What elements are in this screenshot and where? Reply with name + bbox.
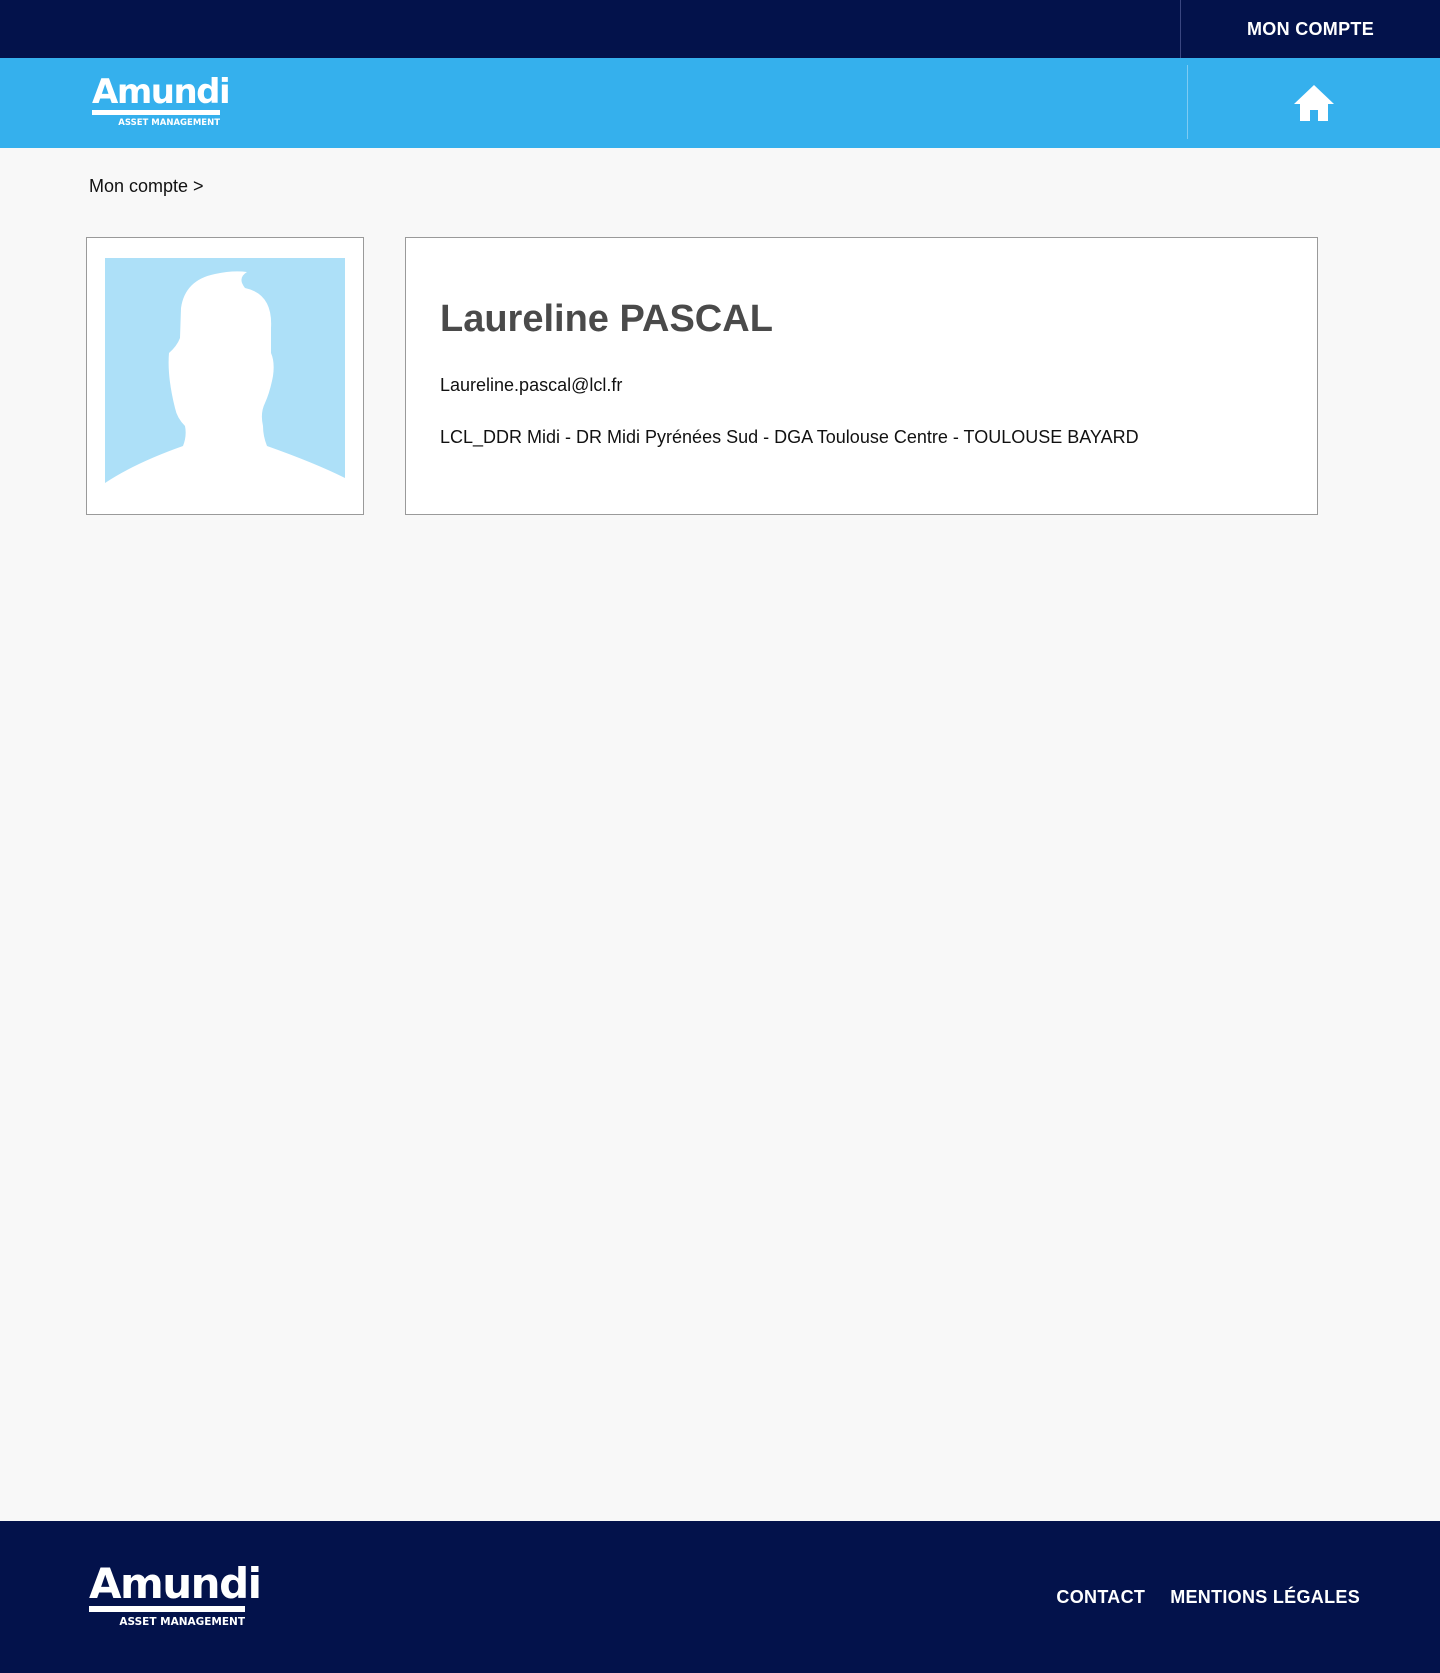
home-button[interactable] xyxy=(1188,58,1440,148)
profile-name: Laureline PASCAL xyxy=(440,298,773,340)
contact-link[interactable]: CONTACT xyxy=(1056,1587,1145,1608)
logo-subtitle: ASSET MANAGEMENT xyxy=(118,118,220,128)
top-navigation-bar: MON COMPTE xyxy=(0,0,1440,58)
breadcrumb[interactable]: Mon compte > xyxy=(89,176,204,197)
footer-logo-subtitle: ASSET MANAGEMENT xyxy=(119,1616,245,1628)
footer: Amundi ASSET MANAGEMENT CONTACT MENTIONS… xyxy=(0,1521,1440,1673)
home-icon xyxy=(1294,85,1334,121)
footer-logo-wordmark: Amundi xyxy=(89,1559,262,1608)
my-account-link[interactable]: MON COMPTE xyxy=(1181,0,1440,58)
logo-wordmark: Amundi xyxy=(92,72,231,112)
profile-email: Laureline.pascal@lcl.fr xyxy=(440,375,623,395)
footer-amundi-logo[interactable]: Amundi ASSET MANAGEMENT xyxy=(89,1559,262,1629)
footer-links: CONTACT MENTIONS LÉGALES xyxy=(1056,1521,1360,1673)
profile-organization: LCL_DDR Midi - DR Midi Pyrénées Sud - DG… xyxy=(440,427,1139,447)
brand-bar: Amundi ASSET MANAGEMENT xyxy=(0,58,1440,148)
amundi-logo[interactable]: Amundi ASSET MANAGEMENT xyxy=(92,72,231,131)
avatar-card xyxy=(86,237,364,515)
profile-info-card: Laureline PASCAL Laureline.pascal@lcl.fr… xyxy=(405,237,1318,515)
legal-notice-link[interactable]: MENTIONS LÉGALES xyxy=(1170,1587,1360,1608)
avatar-placeholder-icon xyxy=(105,258,345,490)
